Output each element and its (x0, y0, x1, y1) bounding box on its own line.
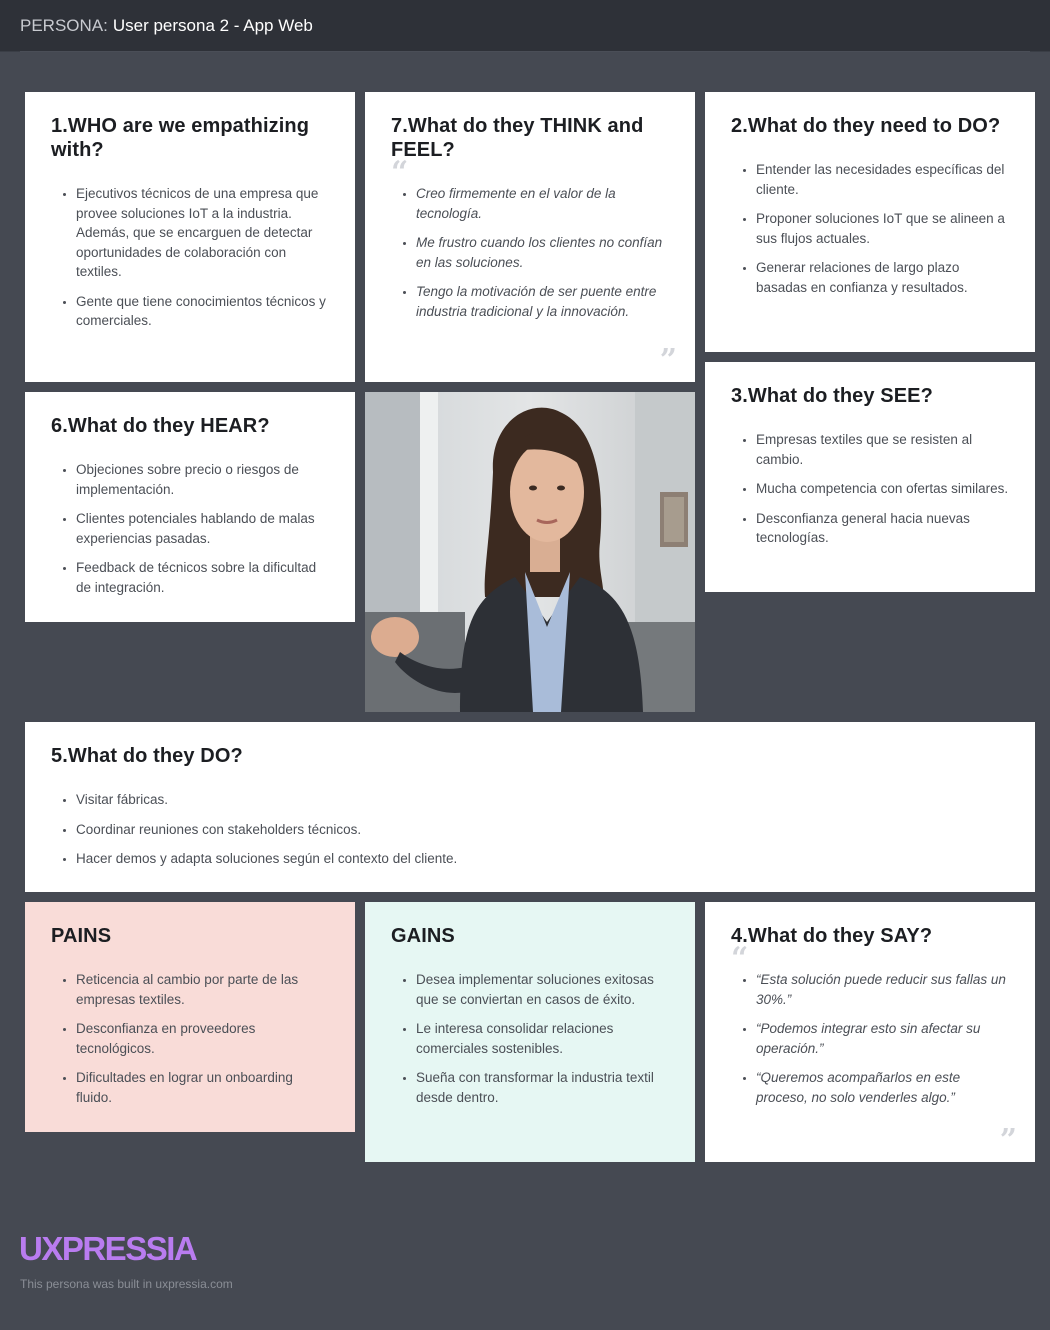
list-item: Le interesa consolidar relaciones comerc… (416, 1019, 669, 1058)
list-item: Tengo la motivación de ser puente entre … (416, 282, 669, 321)
card-hear-list: Objeciones sobre precio o riesgos de imp… (51, 460, 329, 597)
card-think-feel: 7.What do they THINK and FEEL? “ Creo fi… (365, 92, 695, 382)
card-see: 3.What do they SEE? Empresas textiles qu… (705, 362, 1035, 592)
list-item: Dificultades en lograr un onboarding flu… (76, 1068, 329, 1107)
list-item: “Podemos integrar esto sin afectar su op… (756, 1019, 1009, 1058)
card-gains-list: Desea implementar soluciones exitosas qu… (391, 970, 669, 1107)
persona-title[interactable]: User persona 2 - App Web (113, 16, 313, 36)
list-item: Me frustro cuando los clientes no confía… (416, 233, 669, 272)
card-need-to-do: 2.What do they need to DO? Entender las … (705, 92, 1035, 352)
list-item: Visitar fábricas. (76, 790, 1009, 810)
card-say-title: 4.What do they SAY? (731, 925, 933, 947)
card-see-list: Empresas textiles que se resisten al cam… (731, 430, 1009, 548)
list-item: Mucha competencia con ofertas similares. (756, 479, 1009, 499)
list-item: Reticencia al cambio por parte de las em… (76, 970, 329, 1009)
card-need-title: 2.What do they need to DO? (731, 115, 1001, 137)
persona-header: PERSONA: User persona 2 - App Web (20, 0, 1030, 52)
close-quote-icon: ” (659, 343, 677, 378)
persona-photo (365, 392, 695, 712)
card-gains: GAINS Desea implementar soluciones exito… (365, 902, 695, 1162)
persona-portrait-image (365, 392, 695, 712)
list-item: Gente que tiene conocimientos técnicos y… (76, 292, 329, 331)
card-need-list: Entender las necesidades específicas del… (731, 160, 1009, 297)
top-bar: PERSONA: User persona 2 - App Web (0, 0, 1050, 52)
close-quote-icon: ” (999, 1123, 1017, 1158)
card-gains-title: GAINS (391, 925, 455, 947)
list-item: Hacer demos y adapta soluciones según el… (76, 849, 1009, 869)
card-hear-title: 6.What do they HEAR? (51, 415, 270, 437)
card-who-title: 1.WHO are we empathizing with? (51, 115, 310, 161)
card-do-title: 5.What do they DO? (51, 745, 243, 767)
card-hear: 6.What do they HEAR? Objeciones sobre pr… (25, 392, 355, 622)
persona-prefix: PERSONA: (20, 15, 108, 35)
list-item: Ejecutivos técnicos de una empresa que p… (76, 184, 329, 282)
card-do-list: Visitar fábricas. Coordinar reuniones co… (51, 790, 1009, 869)
list-item: Proponer soluciones IoT que se alineen a… (756, 209, 1009, 248)
card-think-title: 7.What do they THINK and FEEL? (391, 115, 644, 161)
uxpressia-logo[interactable]: UXPRESSIA (19, 1230, 198, 1268)
card-say-list: “Esta solución puede reducir sus fallas … (731, 970, 1009, 1107)
list-item: Creo firmemente en el valor de la tecnol… (416, 184, 669, 223)
list-item: Entender las necesidades específicas del… (756, 160, 1009, 199)
open-quote-icon: “ (391, 155, 409, 190)
list-item: Generar relaciones de largo plazo basada… (756, 258, 1009, 297)
card-see-title: 3.What do they SEE? (731, 385, 933, 407)
list-item: “Esta solución puede reducir sus fallas … (756, 970, 1009, 1009)
list-item: Sueña con transformar la industria texti… (416, 1068, 669, 1107)
list-item: Desconfianza general hacia nuevas tecnol… (756, 509, 1009, 548)
card-do: 5.What do they DO? Visitar fábricas. Coo… (25, 722, 1035, 892)
card-who-list: Ejecutivos técnicos de una empresa que p… (51, 184, 329, 331)
card-pains-title: PAINS (51, 925, 112, 947)
card-say: 4.What do they SAY? “ “Esta solución pue… (705, 902, 1035, 1162)
list-item: Empresas textiles que se resisten al cam… (756, 430, 1009, 469)
footer-note: This persona was built in uxpressia.com (20, 1277, 233, 1291)
list-item: Coordinar reuniones con stakeholders téc… (76, 820, 1009, 840)
list-item: Clientes potenciales hablando de malas e… (76, 509, 329, 548)
card-think-list: Creo firmemente en el valor de la tecnol… (391, 184, 669, 321)
list-item: Feedback de técnicos sobre la dificultad… (76, 558, 329, 597)
list-item: Desea implementar soluciones exitosas qu… (416, 970, 669, 1009)
list-item: “Queremos acompañarlos en este proceso, … (756, 1068, 1009, 1107)
card-pains: PAINS Reticencia al cambio por parte de … (25, 902, 355, 1132)
list-item: Desconfianza en proveedores tecnológicos… (76, 1019, 329, 1058)
card-pains-list: Reticencia al cambio por parte de las em… (51, 970, 329, 1107)
list-item: Objeciones sobre precio o riesgos de imp… (76, 460, 329, 499)
open-quote-icon: “ (731, 941, 749, 976)
card-who: 1.WHO are we empathizing with? Ejecutivo… (25, 92, 355, 382)
